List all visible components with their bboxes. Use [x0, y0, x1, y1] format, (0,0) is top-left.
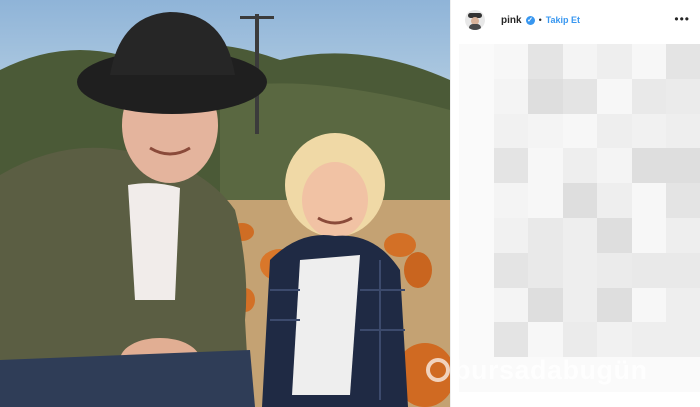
pixel-cell	[562, 78, 598, 114]
pixel-cell	[493, 113, 529, 149]
pixel-cell	[666, 44, 700, 79]
pixel-cell	[562, 287, 598, 323]
pixel-cell	[459, 183, 494, 219]
verified-badge-icon: ✓	[525, 15, 535, 25]
pixel-cell	[459, 148, 494, 184]
pixel-cell	[631, 113, 667, 149]
pixel-cell	[666, 218, 700, 253]
pixel-cell	[528, 148, 564, 184]
pixel-cell	[631, 148, 667, 184]
post-header: pink ✓ • Takip Et	[451, 0, 700, 40]
pixel-cell	[493, 218, 529, 253]
post-side-panel: pink ✓ • Takip Et •••	[450, 0, 700, 407]
pixel-cell	[597, 113, 633, 149]
username-link[interactable]: pink	[501, 15, 522, 26]
pixel-cell	[666, 113, 700, 149]
pixel-cell	[493, 78, 529, 114]
pixel-cell	[597, 44, 633, 79]
pixel-cell	[562, 218, 598, 253]
pixel-cell	[493, 287, 529, 323]
pixel-cell	[631, 252, 667, 288]
pixel-cell	[459, 78, 494, 114]
pixel-cell	[562, 357, 598, 393]
pixel-cell	[528, 44, 564, 79]
header-separator: •	[538, 15, 542, 25]
pixel-cell	[562, 44, 598, 79]
pixel-cell	[562, 113, 598, 149]
pixel-cell	[493, 44, 529, 79]
pixel-cell	[666, 252, 700, 288]
pixel-cell	[493, 322, 529, 358]
pixel-cell	[597, 148, 633, 184]
pixel-cell	[562, 148, 598, 184]
pixel-cell	[666, 287, 700, 323]
pixel-cell	[493, 183, 529, 219]
pixel-cell	[493, 357, 529, 393]
pixel-cell	[597, 357, 633, 393]
pixel-cell	[459, 322, 494, 358]
pixel-cell	[459, 218, 494, 253]
pixel-cell	[528, 357, 564, 393]
pixel-cell	[459, 113, 494, 149]
post-photo[interactable]	[0, 0, 450, 407]
pixel-cell	[631, 78, 667, 114]
pixel-cell	[666, 148, 700, 184]
pixel-cell	[562, 322, 598, 358]
pixel-cell	[528, 78, 564, 114]
pixel-cell	[631, 183, 667, 219]
pixel-cell	[459, 44, 494, 79]
pixel-cell	[528, 183, 564, 219]
pixel-cell	[631, 357, 667, 393]
pixel-cell	[597, 287, 633, 323]
photo-scene	[0, 12, 450, 407]
pixel-cell	[597, 252, 633, 288]
pixel-cell	[459, 252, 494, 288]
pixel-cell	[459, 287, 494, 323]
pixel-cell	[528, 322, 564, 358]
pixel-cell	[631, 44, 667, 79]
pixel-cell	[493, 148, 529, 184]
pixel-cell	[597, 183, 633, 219]
pixel-cell	[597, 218, 633, 253]
pixel-cell	[562, 183, 598, 219]
more-options-icon[interactable]: •••	[674, 12, 690, 26]
pixel-cell	[631, 287, 667, 323]
pixel-cell	[493, 252, 529, 288]
pixel-cell	[666, 78, 700, 114]
pixelated-comments-area	[459, 44, 700, 393]
pixel-cell	[666, 322, 700, 358]
avatar-body	[469, 24, 481, 30]
pixel-cell	[597, 78, 633, 114]
profile-avatar[interactable]	[465, 10, 485, 30]
pixel-cell	[528, 113, 564, 149]
pixel-cell	[597, 322, 633, 358]
pixel-cell	[528, 218, 564, 253]
instagram-post: pink ✓ • Takip Et ••• bursadabugün	[0, 0, 700, 407]
pixel-cell	[666, 183, 700, 219]
pixel-cell	[631, 322, 667, 358]
pixel-cell	[528, 287, 564, 323]
follow-button[interactable]: Takip Et	[546, 15, 580, 25]
pixel-cell	[528, 252, 564, 288]
pixel-cell	[562, 252, 598, 288]
pixel-cell	[459, 357, 494, 393]
pixel-cell	[666, 357, 700, 393]
pixel-cell	[631, 218, 667, 253]
